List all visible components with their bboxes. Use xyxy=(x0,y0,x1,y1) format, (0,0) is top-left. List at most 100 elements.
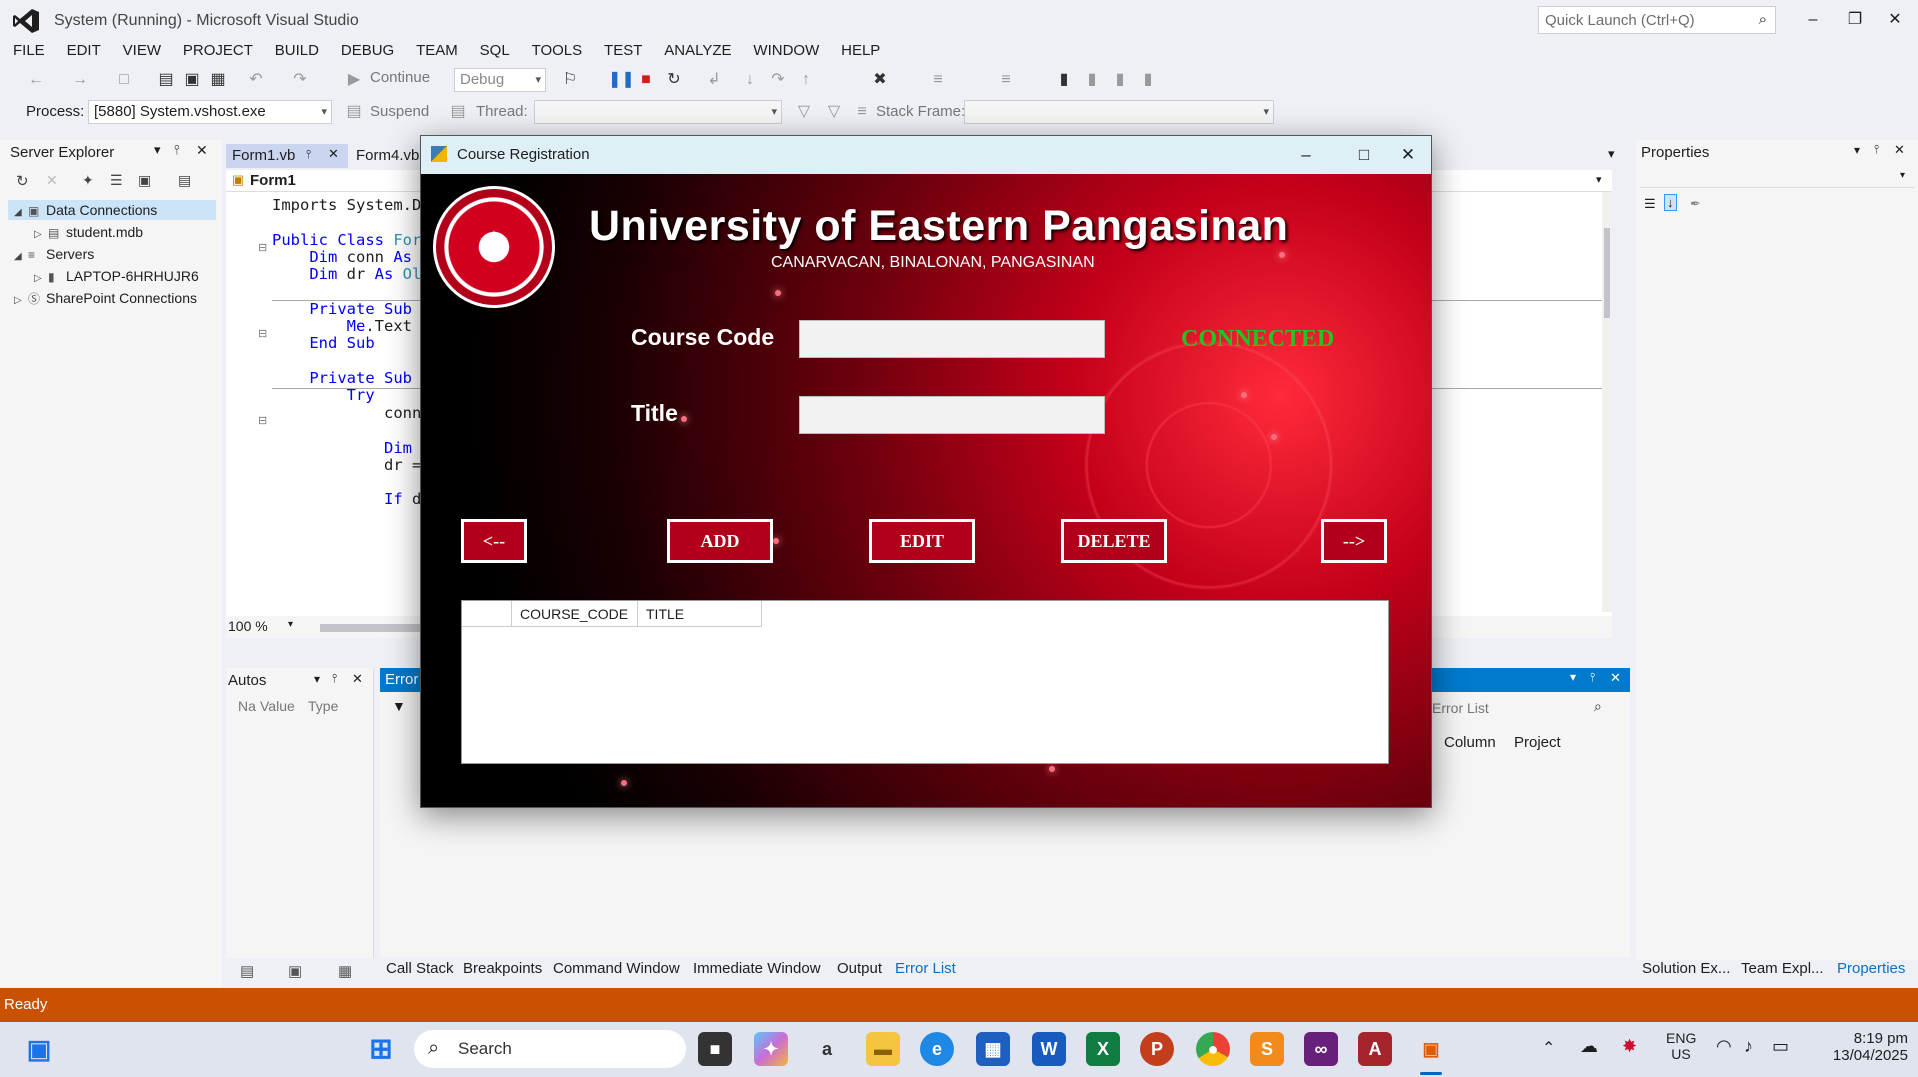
menu-tools[interactable]: TOOLS xyxy=(532,40,583,61)
app-tray-icon[interactable]: ✸ xyxy=(1622,1036,1637,1057)
amazon-icon[interactable]: a xyxy=(810,1032,844,1066)
menu-help[interactable]: HELP xyxy=(841,40,880,61)
search-icon[interactable]: ⌕ xyxy=(1594,698,1602,715)
taskbar-search-input[interactable]: ⌕ Search xyxy=(414,1030,686,1068)
properties-object-dropdown[interactable]: ▾ xyxy=(1640,168,1914,188)
stack-frame-dropdown[interactable]: ▾ xyxy=(964,100,1274,124)
title-input[interactable] xyxy=(799,396,1105,434)
tab-breakpoints[interactable]: Breakpoints xyxy=(463,960,542,977)
show-next-statement-icon[interactable]: ↲ xyxy=(704,70,724,90)
restart-icon[interactable]: ↻ xyxy=(664,70,684,90)
align-icon[interactable]: ≡ xyxy=(928,70,948,90)
tree-item-student-mdb[interactable]: ▷ ▤ student.mdb xyxy=(34,224,143,240)
connect-sharepoint-icon[interactable]: ▣ xyxy=(138,172,151,189)
redo-icon[interactable]: ↷ xyxy=(290,70,310,90)
app-close-button[interactable]: ✕ xyxy=(1385,142,1431,168)
next-button[interactable]: --> xyxy=(1321,519,1387,563)
tab-error-list[interactable]: Error List xyxy=(895,960,956,977)
alphabetical-icon[interactable]: ↓ xyxy=(1664,194,1677,211)
task-view-icon[interactable]: ■ xyxy=(698,1032,732,1066)
word-icon[interactable]: W xyxy=(1032,1032,1066,1066)
edge-icon[interactable]: e xyxy=(920,1032,954,1066)
menu-build[interactable]: BUILD xyxy=(275,40,319,61)
step-out-icon[interactable]: ↑ xyxy=(796,70,816,90)
visual-studio-icon[interactable]: ∞ xyxy=(1304,1032,1338,1066)
quick-launch-input[interactable]: Quick Launch (Ctrl+Q) ⌕ xyxy=(1538,6,1776,34)
refresh-icon[interactable]: ↻ xyxy=(16,172,29,190)
thread-dropdown[interactable]: ▾ xyxy=(534,100,782,124)
save-all-icon[interactable]: ▦ xyxy=(208,70,228,90)
close-icon[interactable]: ✕ xyxy=(1610,670,1621,686)
app-maximize-button[interactable]: □ xyxy=(1341,142,1387,168)
volume-icon[interactable]: ♪ xyxy=(1744,1036,1753,1057)
suspend-label[interactable]: Suspend xyxy=(370,103,429,120)
pin-icon[interactable]: ⫯ xyxy=(174,142,180,158)
forward-icon[interactable]: → xyxy=(70,70,90,90)
prev-bookmark-icon[interactable]: ▮ xyxy=(1082,70,1102,90)
connect-database-icon[interactable]: ✦ xyxy=(82,172,94,189)
categorized-icon[interactable]: ☰ xyxy=(1644,196,1656,212)
filter-icon[interactable]: ▼ xyxy=(392,698,406,714)
tree-item-sharepoint[interactable]: ▷ Ⓢ SharePoint Connections xyxy=(14,290,197,307)
powerpoint-icon[interactable]: P xyxy=(1140,1032,1174,1066)
widgets-icon[interactable]: ▣ xyxy=(22,1032,56,1066)
next-bookmark-icon[interactable]: ▮ xyxy=(1110,70,1130,90)
app-minimize-button[interactable]: – xyxy=(1283,142,1329,168)
save-icon[interactable]: ▣ xyxy=(182,70,202,90)
dropdown-icon[interactable]: ▾ xyxy=(154,142,161,158)
pin-icon[interactable]: ⫯ xyxy=(332,671,337,686)
break-all-icon[interactable]: ❚❚ xyxy=(608,70,635,90)
column-header-title[interactable]: TITLE xyxy=(638,601,762,627)
tab-form1-vb[interactable]: Form1.vb ⫯ ✕ xyxy=(226,144,348,168)
continue-label[interactable]: Continue xyxy=(370,69,430,86)
tab-call-stack[interactable]: Call Stack xyxy=(386,960,454,977)
stop-debugging-icon[interactable]: ■ xyxy=(636,70,656,90)
dropdown-icon[interactable]: ▾ xyxy=(1854,143,1860,157)
menu-debug[interactable]: DEBUG xyxy=(341,40,394,61)
excel-icon[interactable]: X xyxy=(1086,1032,1120,1066)
step-over-icon[interactable]: ↷ xyxy=(768,70,788,90)
windows-start-icon[interactable]: ⊞ xyxy=(364,1032,398,1066)
course-code-input[interactable] xyxy=(799,320,1105,358)
tab-immediate-window[interactable]: Immediate Window xyxy=(693,960,821,977)
access-icon[interactable]: A xyxy=(1358,1032,1392,1066)
clear-bookmarks-icon[interactable]: ▮ xyxy=(1138,70,1158,90)
connect-server-icon[interactable]: ☰ xyxy=(110,172,123,189)
pin-icon[interactable]: ⫯ xyxy=(306,147,311,162)
autos-icon[interactable]: ▦ xyxy=(338,962,352,980)
chrome-icon[interactable]: ● xyxy=(1196,1032,1230,1066)
onedrive-icon[interactable]: ☁ xyxy=(1580,1036,1598,1057)
scroll-thumb[interactable] xyxy=(1604,228,1610,318)
suspend-icon[interactable]: ▤ xyxy=(344,102,364,122)
dropdown-icon[interactable]: ▾ xyxy=(1570,670,1576,684)
close-button[interactable]: ✕ xyxy=(1876,6,1914,34)
battery-icon[interactable]: ▭ xyxy=(1772,1036,1789,1057)
previous-button[interactable]: <-- xyxy=(461,519,527,563)
flag-threads-icon[interactable]: ▽ xyxy=(824,102,844,122)
close-icon[interactable]: ✕ xyxy=(328,146,339,162)
sublime-icon[interactable]: S xyxy=(1250,1032,1284,1066)
back-icon[interactable]: ← xyxy=(26,70,46,90)
stop-icon[interactable]: ✕ xyxy=(46,172,58,189)
locals-icon[interactable]: ▤ xyxy=(240,962,254,980)
property-pages-icon[interactable]: ✒ xyxy=(1690,196,1701,212)
tab-overflow-icon[interactable]: ▾ xyxy=(1608,146,1615,162)
close-icon[interactable]: ✕ xyxy=(196,142,208,159)
column-header-project[interactable]: Project xyxy=(1514,734,1561,751)
bookmark-icon[interactable]: ▮ xyxy=(1054,70,1074,90)
close-icon[interactable]: ✕ xyxy=(1894,142,1905,158)
tab-solution-explorer[interactable]: Solution Ex... xyxy=(1642,960,1730,977)
menu-sql[interactable]: SQL xyxy=(480,40,510,61)
dropdown-icon[interactable]: ▾ xyxy=(314,672,320,686)
process-dropdown[interactable]: [5880] System.vshost.exe ▾ xyxy=(88,100,332,124)
menu-test[interactable]: TEST xyxy=(604,40,642,61)
find-icon[interactable]: ⚐ xyxy=(560,70,580,90)
tree-item-data-connections[interactable]: ◢ ▣ Data Connections xyxy=(14,202,157,218)
vertical-scrollbar[interactable] xyxy=(1602,192,1612,612)
chevron-up-icon[interactable]: ⌃ xyxy=(1542,1038,1555,1058)
filter-icon[interactable]: ▽ xyxy=(794,102,814,122)
minimize-button[interactable]: – xyxy=(1794,6,1832,34)
column-header-column[interactable]: Column xyxy=(1444,734,1496,751)
class-dropdown[interactable]: Form1 xyxy=(250,172,296,189)
pin-icon[interactable]: ⫯ xyxy=(1874,142,1879,157)
